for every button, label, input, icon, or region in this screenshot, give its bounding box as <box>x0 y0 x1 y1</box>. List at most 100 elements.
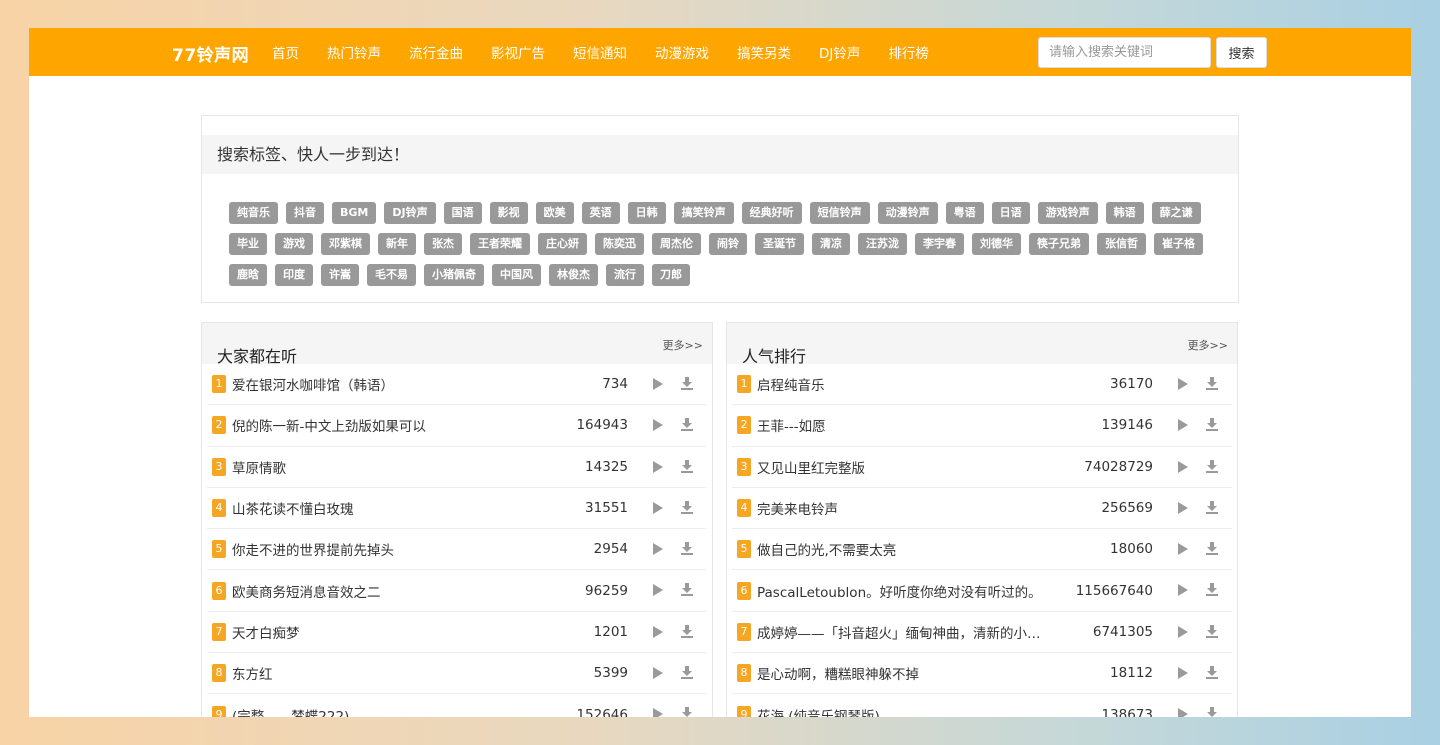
download-icon[interactable] <box>1206 459 1218 473</box>
ringtone-name[interactable]: 成婷婷——「抖音超火」缅甸神曲，清新的小… <box>757 622 1077 642</box>
tag-chip[interactable]: 许嵩 <box>321 264 359 286</box>
ringtone-name[interactable]: 花海 (纯音乐钢琴版) <box>757 705 1077 717</box>
tag-chip[interactable]: 印度 <box>275 264 313 286</box>
ringtone-name[interactable]: 是心动啊，糟糕眼神躲不掉 <box>757 663 1077 683</box>
tag-chip[interactable]: 动漫铃声 <box>877 202 938 224</box>
nav-link[interactable]: 热门铃声 <box>327 42 381 62</box>
nav-link[interactable]: 动漫游戏 <box>655 42 709 62</box>
ringtone-name[interactable]: 天才白痴梦 <box>232 622 552 642</box>
play-icon[interactable] <box>653 667 663 680</box>
tag-chip[interactable]: 短信铃声 <box>809 202 870 224</box>
tag-chip[interactable]: 薛之谦 <box>1151 202 1201 224</box>
play-icon[interactable] <box>653 625 663 638</box>
ringtone-name[interactable]: 草原情歌 <box>232 457 552 477</box>
tag-chip[interactable]: 周杰伦 <box>652 233 701 255</box>
ringtone-name[interactable]: 倪的陈一新-中文上劲版如果可以 <box>232 415 552 435</box>
tag-chip[interactable]: 游戏 <box>275 233 313 255</box>
download-icon[interactable] <box>681 666 693 680</box>
download-icon[interactable] <box>1206 707 1218 717</box>
ringtone-name[interactable]: 完美来电铃声 <box>757 498 1077 518</box>
tag-chip[interactable]: 纯音乐 <box>229 202 278 224</box>
download-icon[interactable] <box>681 707 693 717</box>
download-icon[interactable] <box>1206 377 1218 390</box>
download-icon[interactable] <box>681 542 693 556</box>
download-icon[interactable] <box>681 583 693 597</box>
tag-chip[interactable]: 流行 <box>606 264 644 286</box>
download-icon[interactable] <box>681 377 693 390</box>
play-icon[interactable] <box>1178 378 1188 390</box>
tag-chip[interactable]: 小猪佩奇 <box>424 264 484 286</box>
tag-chip[interactable]: 邓紫棋 <box>321 233 370 255</box>
download-icon[interactable] <box>681 459 693 473</box>
nav-link[interactable]: DJ铃声 <box>819 42 860 62</box>
play-icon[interactable] <box>1178 501 1188 514</box>
tag-chip[interactable]: 圣诞节 <box>755 233 804 255</box>
tag-chip[interactable]: 日语 <box>991 202 1030 224</box>
tag-chip[interactable]: 陈奕迅 <box>595 233 644 255</box>
tag-chip[interactable]: 张杰 <box>424 233 462 255</box>
tag-chip[interactable]: 日韩 <box>627 202 666 224</box>
more-link[interactable]: 更多>> <box>663 337 703 353</box>
tag-chip[interactable]: 李宇春 <box>915 233 964 255</box>
more-link[interactable]: 更多>> <box>1188 337 1228 353</box>
play-icon[interactable] <box>1178 667 1188 680</box>
tag-chip[interactable]: 汪苏泷 <box>858 233 907 255</box>
ringtone-name[interactable]: 山茶花读不懂白玫瑰 <box>232 498 552 518</box>
tag-chip[interactable]: 影视 <box>489 202 528 224</box>
nav-link[interactable]: 首页 <box>272 42 299 62</box>
download-icon[interactable] <box>681 418 693 432</box>
tag-chip[interactable]: 王者荣耀 <box>470 233 530 255</box>
download-icon[interactable] <box>681 624 693 638</box>
tag-chip[interactable]: 搞笑铃声 <box>673 202 734 224</box>
tag-chip[interactable]: 粤语 <box>945 202 984 224</box>
search-input[interactable] <box>1038 37 1211 68</box>
tag-chip[interactable]: DJ铃声 <box>384 202 436 224</box>
tag-chip[interactable]: 崔子格 <box>1154 233 1203 255</box>
play-icon[interactable] <box>653 378 663 390</box>
tag-chip[interactable]: 鹿晗 <box>229 264 267 286</box>
play-icon[interactable] <box>653 543 663 556</box>
ringtone-name[interactable]: 做自己的光,不需要太亮 <box>757 539 1077 559</box>
search-button[interactable]: 搜索 <box>1216 37 1267 68</box>
download-icon[interactable] <box>1206 666 1218 680</box>
tag-chip[interactable]: 经典好听 <box>741 202 802 224</box>
play-icon[interactable] <box>653 708 663 717</box>
play-icon[interactable] <box>1178 708 1188 717</box>
tag-chip[interactable]: 国语 <box>443 202 482 224</box>
tag-chip[interactable]: 庄心妍 <box>538 233 587 255</box>
tag-chip[interactable]: 刀郎 <box>652 264 690 286</box>
play-icon[interactable] <box>1178 419 1188 432</box>
download-icon[interactable] <box>1206 542 1218 556</box>
nav-link[interactable]: 流行金曲 <box>409 42 463 62</box>
ringtone-name[interactable]: 你走不进的世界提前先掉头 <box>232 539 552 559</box>
nav-link[interactable]: 搞笑另类 <box>737 42 791 62</box>
download-icon[interactable] <box>1206 500 1218 514</box>
tag-chip[interactable]: 刘德华 <box>972 233 1021 255</box>
site-logo[interactable]: 77铃声网 <box>172 41 249 66</box>
tag-chip[interactable]: 新年 <box>378 233 416 255</box>
play-icon[interactable] <box>653 460 663 473</box>
ringtone-name[interactable]: 爱在银河水咖啡馆（韩语） <box>232 374 552 394</box>
tag-chip[interactable]: 韩语 <box>1105 202 1144 224</box>
download-icon[interactable] <box>1206 624 1218 638</box>
play-icon[interactable] <box>653 584 663 597</box>
play-icon[interactable] <box>1178 543 1188 556</box>
tag-chip[interactable]: 英语 <box>581 202 620 224</box>
tag-chip[interactable]: 林俊杰 <box>549 264 598 286</box>
nav-link[interactable]: 影视广告 <box>491 42 545 62</box>
tag-chip[interactable]: BGM <box>332 202 377 224</box>
download-icon[interactable] <box>681 500 693 514</box>
ringtone-name[interactable]: 又见山里红完整版 <box>757 457 1077 477</box>
play-icon[interactable] <box>653 501 663 514</box>
ringtone-name[interactable]: PascalLetoublon。好听度你绝对没有听过的。 <box>757 581 1077 601</box>
tag-chip[interactable]: 游戏铃声 <box>1037 202 1098 224</box>
ringtone-name[interactable]: 启程纯音乐 <box>757 374 1077 394</box>
tag-chip[interactable]: 欧美 <box>535 202 574 224</box>
tag-chip[interactable]: 抖音 <box>286 202 324 224</box>
ringtone-name[interactable]: 王菲---如愿 <box>757 415 1077 435</box>
tag-chip[interactable]: 筷子兄弟 <box>1029 233 1089 255</box>
tag-chip[interactable]: 毕业 <box>229 233 267 255</box>
play-icon[interactable] <box>1178 584 1188 597</box>
download-icon[interactable] <box>1206 583 1218 597</box>
tag-chip[interactable]: 中国风 <box>492 264 541 286</box>
